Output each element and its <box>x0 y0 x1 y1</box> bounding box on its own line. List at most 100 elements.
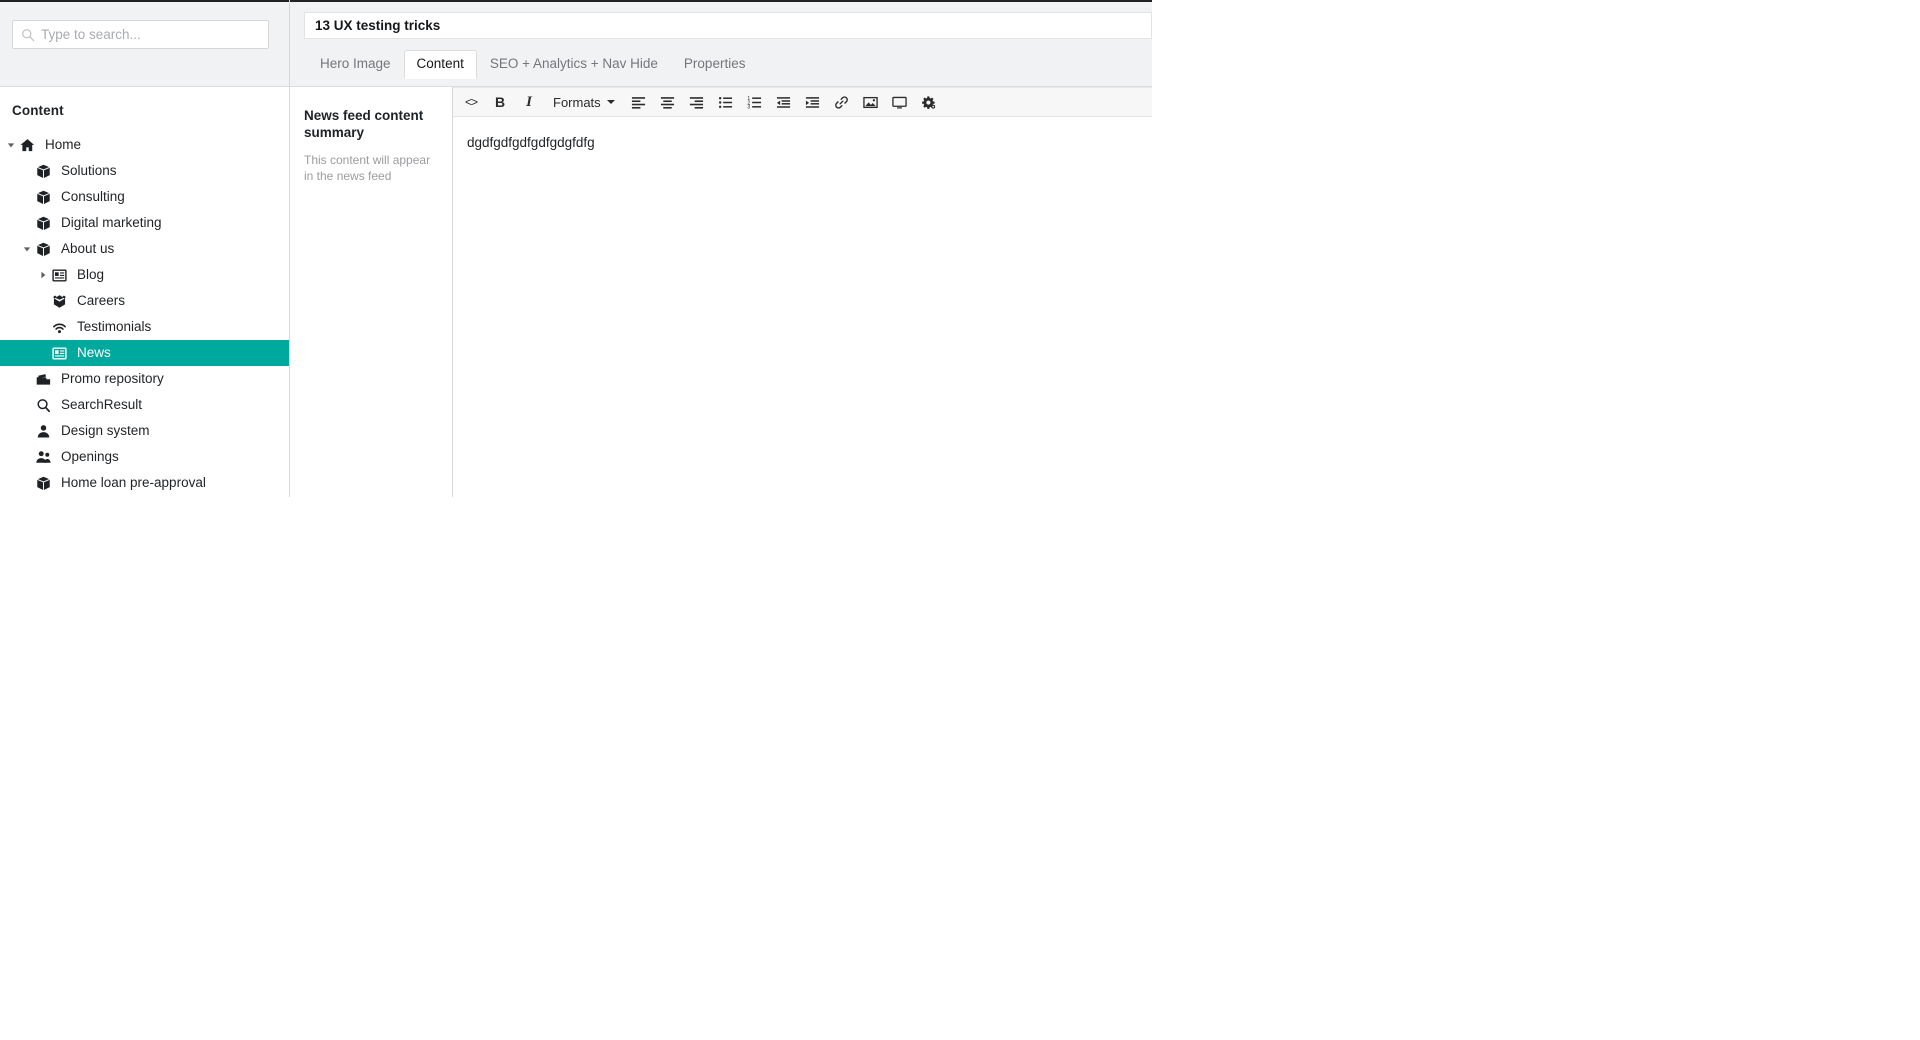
sidebar-search-area <box>0 0 289 87</box>
sidebar-item-label: Openings <box>61 448 119 464</box>
link-icon <box>834 95 849 110</box>
people-icon <box>34 448 52 466</box>
search-input[interactable] <box>35 22 255 47</box>
sidebar-item-searchresult[interactable]: SearchResult <box>0 392 289 418</box>
open-box-icon <box>50 292 68 310</box>
outdent-button[interactable] <box>770 89 798 115</box>
tab-content[interactable]: Content <box>403 50 477 79</box>
align-right-button[interactable] <box>683 89 711 115</box>
formats-label: Formats <box>553 94 601 110</box>
package-icon <box>34 240 52 258</box>
chevron-right-icon[interactable] <box>36 268 50 282</box>
tab-properties[interactable]: Properties <box>671 50 759 78</box>
insert-image-button[interactable] <box>857 89 885 115</box>
package-icon <box>34 188 52 206</box>
package-icon <box>34 162 52 180</box>
sidebar-item-digital-marketing[interactable]: Digital marketing <box>0 210 289 236</box>
sidebar-item-label: Home <box>45 136 82 152</box>
italic-button[interactable]: I <box>515 89 543 115</box>
settings-button[interactable] <box>915 89 943 115</box>
bold-button[interactable]: B <box>486 89 514 115</box>
content-tree: Home Solutions Consulting Digital marketing… <box>0 132 289 496</box>
chevron-down-icon[interactable] <box>20 242 34 256</box>
main-body: News feed content summary This content w… <box>290 87 1152 497</box>
align-left-button[interactable] <box>625 89 653 115</box>
tree-heading: Content <box>12 103 64 118</box>
sidebar-item-blog[interactable]: Blog <box>0 262 289 288</box>
chevron-down-icon <box>606 100 615 104</box>
image-icon <box>863 95 878 110</box>
newspaper-icon <box>50 266 68 284</box>
media-folder-icon <box>34 370 52 388</box>
sidebar-item-careers[interactable]: Careers <box>0 288 289 314</box>
sidebar-item-consulting[interactable]: Consulting <box>0 184 289 210</box>
sidebar-item-home[interactable]: Home <box>0 132 289 158</box>
magnifier-icon <box>34 396 52 414</box>
main-panel: 13 UX testing tricks Hero Image Content SE… <box>290 0 1152 497</box>
search-box[interactable] <box>12 20 269 49</box>
search-icon <box>21 28 35 42</box>
numbered-list-button[interactable]: 123 <box>741 89 769 115</box>
tab-hero-image[interactable]: Hero Image <box>307 50 404 78</box>
sidebar-item-label: Digital marketing <box>61 214 162 230</box>
page-title: 13 UX testing tricks <box>315 18 441 33</box>
indent-icon <box>805 95 820 110</box>
bullet-list-icon <box>718 95 733 110</box>
sidebar-item-label: About us <box>61 240 115 256</box>
sidebar-item-label: SearchResult <box>61 396 143 412</box>
sidebar-item-openings[interactable]: Openings <box>0 444 289 470</box>
align-left-icon <box>631 95 646 110</box>
sidebar-item-solutions[interactable]: Solutions <box>0 158 289 184</box>
numbered-list-icon: 123 <box>747 95 762 110</box>
app-shell: Content Home Solutions Consulting Digital m… <box>0 0 1152 497</box>
field-help-text: This content will appear in the news fee… <box>304 153 431 183</box>
sidebar-item-label: Testimonials <box>77 318 152 334</box>
formats-dropdown[interactable]: Formats <box>544 89 624 115</box>
sidebar-item-promo-repository[interactable]: Promo repository <box>0 366 289 392</box>
sidebar-item-design-system[interactable]: Design system <box>0 418 289 444</box>
insert-link-button[interactable] <box>828 89 856 115</box>
sidebar-item-label: Blog <box>77 266 105 282</box>
svg-text:3: 3 <box>748 104 751 109</box>
insert-media-button[interactable] <box>886 89 914 115</box>
chevron-down-icon[interactable] <box>4 138 18 152</box>
tab-bar: Hero Image Content SEO + Analytics + Nav H… <box>304 50 1152 79</box>
field-label: News feed content summary <box>304 108 424 140</box>
tab-seo-analytics-nav-hide[interactable]: SEO + Analytics + Nav Hide <box>477 50 671 78</box>
indent-button[interactable] <box>799 89 827 115</box>
main-header: 13 UX testing tricks Hero Image Content SE… <box>290 0 1152 87</box>
home-icon <box>18 136 36 154</box>
sidebar-item-about-us[interactable]: About us <box>0 236 289 262</box>
editor-toolbar: <> B I Formats 1 2 3 <box>453 87 1152 117</box>
sidebar-item-label: News <box>77 344 111 360</box>
bullet-list-button[interactable] <box>712 89 740 115</box>
app-root: Content Home Solutions Consulting Digital m… <box>0 0 1920 1040</box>
sidebar-item-news[interactable]: News <box>0 340 289 366</box>
sidebar-item-home-loan-pre-approval[interactable]: Home loan pre-approval <box>0 470 289 496</box>
monitor-icon <box>892 95 907 110</box>
align-center-button[interactable] <box>654 89 682 115</box>
content-tree-sidebar: Content Home Solutions Consulting Digital m… <box>0 0 290 497</box>
sidebar-item-label: Solutions <box>61 162 117 178</box>
page-title-field[interactable]: 13 UX testing tricks <box>304 12 1152 39</box>
outdent-icon <box>776 95 791 110</box>
sidebar-item-testimonials[interactable]: Testimonials <box>0 314 289 340</box>
rich-text-editor: <> B I Formats 1 2 3 dgdfgdfgdfgdfgdgfdfg <box>453 87 1152 497</box>
sidebar-item-label: Home loan pre-approval <box>61 474 206 490</box>
person-icon <box>34 422 52 440</box>
source-code-button[interactable]: <> <box>457 89 485 115</box>
tree-container: Content Home Solutions Consulting Digital m… <box>0 87 289 497</box>
gear-icon <box>921 95 936 110</box>
sidebar-item-label: Careers <box>77 292 126 308</box>
editor-content-area[interactable]: dgdfgdfgdfgdfgdgfdfg <box>453 117 1152 497</box>
